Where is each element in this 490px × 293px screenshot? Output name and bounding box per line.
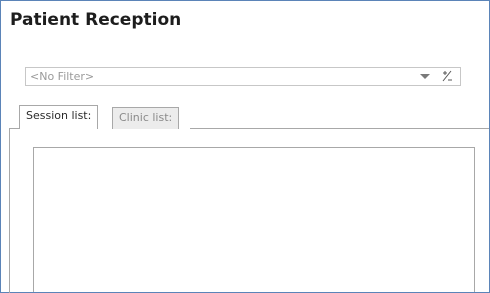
tab-session-list[interactable]: Session list: (19, 105, 99, 129)
patient-reception-window: Patient Reception <No Filter> Session li… (0, 0, 490, 293)
plus-minus-glyph (442, 70, 452, 82)
tab-clinic-list[interactable]: Clinic list: (112, 107, 180, 129)
tab-strip-divider-left (9, 128, 19, 129)
tab-panel-left-border (9, 128, 10, 293)
session-list-panel[interactable] (33, 147, 475, 292)
plus-minus-icon[interactable] (440, 69, 454, 87)
filter-value: <No Filter> (30, 70, 95, 83)
filter-select[interactable]: <No Filter> (25, 67, 461, 86)
page-title: Patient Reception (10, 10, 182, 30)
tab-strip-divider-right (190, 128, 489, 129)
chevron-down-icon[interactable] (420, 74, 430, 79)
